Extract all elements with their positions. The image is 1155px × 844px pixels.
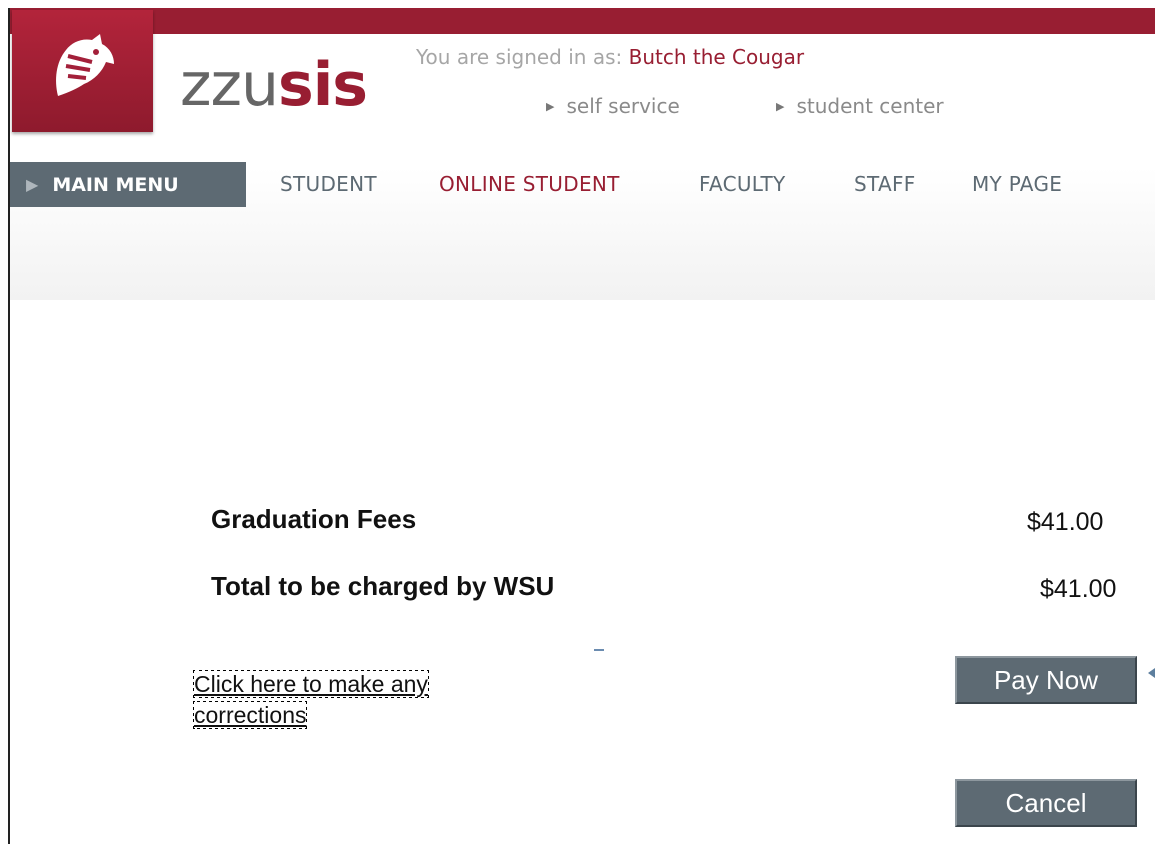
main-menu-label: MAIN MENU	[52, 173, 179, 196]
triangle-right-icon: ▶	[776, 100, 785, 113]
pay-now-button[interactable]: Pay Now	[955, 656, 1137, 704]
fee-label-total: Total to be charged by WSU	[211, 571, 555, 601]
main-menu-button[interactable]: ▶ MAIN MENU	[10, 162, 246, 207]
brand-prefix: ZZU	[180, 50, 279, 120]
header-link-self-service[interactable]: ▶ self service	[546, 94, 680, 118]
fee-amount-graduation: $41.00	[1027, 508, 1104, 536]
triangle-right-icon: ▶	[26, 175, 39, 194]
divider-mark	[594, 649, 604, 651]
header-link-student-center[interactable]: ▶ student center	[776, 94, 944, 118]
corrections-link[interactable]: Click here to make any corrections	[193, 669, 484, 731]
nav-item-online-student[interactable]: ONLINE STUDENT	[439, 172, 620, 196]
corrections-link-text: Click here to make any corrections	[193, 670, 429, 729]
cougar-head-logo-icon	[56, 34, 114, 96]
top-brand-bar	[10, 8, 1155, 34]
university-logo[interactable]	[12, 10, 153, 132]
user-name: Butch the Cougar	[628, 45, 805, 69]
signed-in-label: You are signed in as:	[416, 45, 623, 69]
brand-wordmark[interactable]: ZZUSIS	[180, 55, 368, 115]
nav-item-staff[interactable]: STAFF	[854, 172, 916, 196]
cancel-button[interactable]: Cancel	[955, 779, 1137, 827]
triangle-right-icon: ▶	[546, 100, 555, 113]
fee-amount-total: $41.00	[1040, 575, 1117, 603]
brand-suffix: SIS	[278, 50, 368, 120]
nav-item-faculty[interactable]: FACULTY	[699, 172, 786, 196]
link-label: self service	[566, 94, 680, 118]
arrow-left-icon	[1148, 668, 1155, 678]
link-label: student center	[796, 94, 944, 118]
fee-label-graduation: Graduation Fees	[211, 504, 417, 534]
nav-item-student[interactable]: STUDENT	[280, 172, 377, 196]
nav-item-my-page[interactable]: MY PAGE	[972, 172, 1062, 196]
signed-in-status: You are signed in as: Butch the Cougar	[416, 45, 804, 69]
